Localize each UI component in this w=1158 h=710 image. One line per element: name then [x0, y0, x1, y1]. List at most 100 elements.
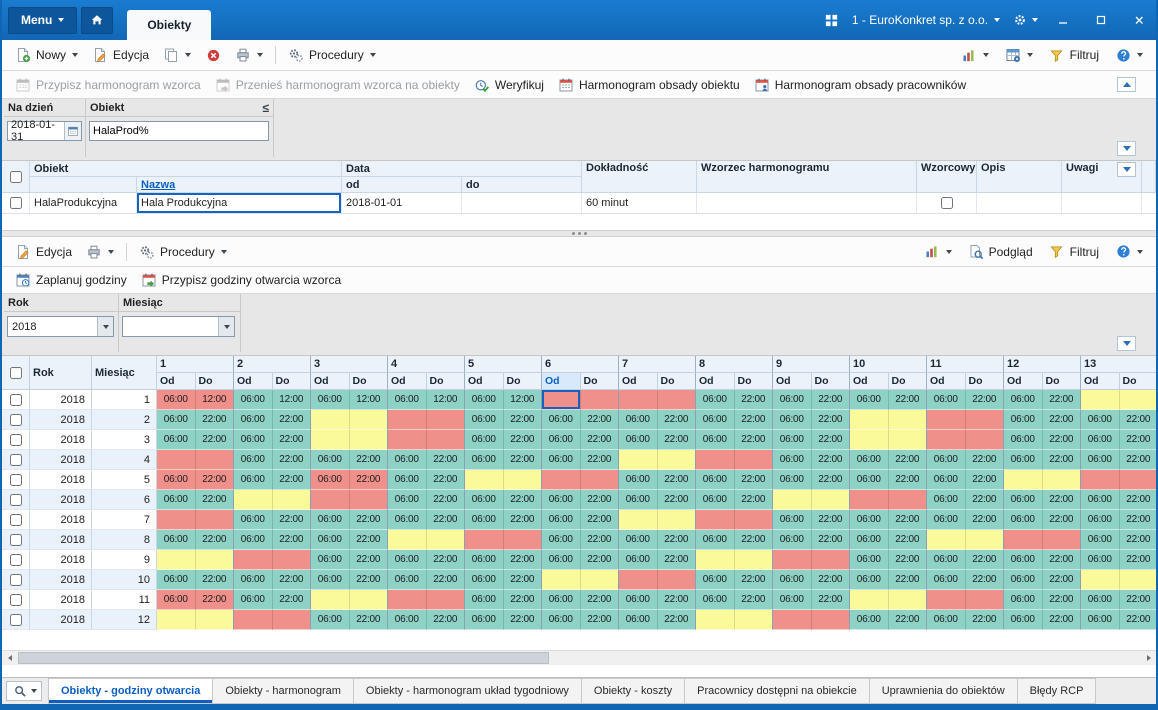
miesiac-cell[interactable]: 2: [92, 410, 157, 430]
day-column-header[interactable]: 9: [773, 356, 850, 373]
hours-do-cell[interactable]: [195, 550, 234, 570]
rok-cell[interactable]: 2018: [30, 570, 92, 590]
hours-od-cell[interactable]: [773, 550, 812, 570]
hours-do-cell[interactable]: 12:00: [272, 390, 311, 410]
hours-do-cell[interactable]: 22:00: [272, 470, 311, 490]
hours-od-cell[interactable]: [388, 410, 427, 430]
hours-do-cell[interactable]: [580, 470, 619, 490]
hours-do-cell[interactable]: 22:00: [965, 450, 1004, 470]
column-subheader-code[interactable]: [30, 177, 137, 193]
hours-od-cell[interactable]: 06:00: [542, 510, 581, 530]
hours-od-cell[interactable]: 06:00: [388, 510, 427, 530]
hours-od-cell[interactable]: [850, 490, 889, 510]
hours-do-cell[interactable]: 12:00: [349, 390, 388, 410]
hours-od-cell[interactable]: [388, 530, 427, 550]
hours-do-cell[interactable]: 22:00: [272, 530, 311, 550]
column-header-miesiac[interactable]: Miesiąc: [92, 356, 157, 390]
hours-do-cell[interactable]: 22:00: [349, 570, 388, 590]
hours-od-cell[interactable]: 06:00: [388, 390, 427, 410]
hours-do-cell[interactable]: 22:00: [426, 490, 465, 510]
hours-od-cell[interactable]: 06:00: [619, 430, 658, 450]
hours-od-cell[interactable]: 06:00: [850, 570, 889, 590]
hours-od-cell[interactable]: 06:00: [542, 410, 581, 430]
assign-template-schedule-button[interactable]: Przypisz harmonogram wzorca: [8, 74, 208, 96]
hours-do-cell[interactable]: 22:00: [426, 550, 465, 570]
hours-od-cell[interactable]: 06:00: [696, 470, 735, 490]
hours-do-cell[interactable]: [1119, 570, 1156, 590]
hours-od-cell[interactable]: 06:00: [1081, 410, 1120, 430]
hours-do-cell[interactable]: [426, 530, 465, 550]
hours-do-cell[interactable]: 22:00: [580, 610, 619, 630]
hours-do-cell[interactable]: 22:00: [811, 590, 850, 610]
hours-od-cell[interactable]: 06:00: [234, 390, 273, 410]
hours-do-cell[interactable]: 22:00: [272, 510, 311, 530]
hours-od-cell[interactable]: [927, 590, 966, 610]
tab-list-button[interactable]: [6, 681, 42, 701]
hours-od-cell[interactable]: 06:00: [234, 530, 273, 550]
miesiac-cell[interactable]: 5: [92, 470, 157, 490]
hours-od-cell[interactable]: [773, 490, 812, 510]
table-expand-button[interactable]: [1117, 162, 1136, 177]
cell-nazwa-selected[interactable]: Hala Produkcyjna: [137, 193, 342, 214]
hours-do-cell[interactable]: 22:00: [580, 590, 619, 610]
hours-od-cell[interactable]: [311, 430, 350, 450]
hours-do-cell[interactable]: 22:00: [195, 570, 234, 590]
hours-od-cell[interactable]: 06:00: [157, 490, 196, 510]
hours-do-cell[interactable]: 22:00: [503, 430, 542, 450]
hours-do-cell[interactable]: 22:00: [195, 590, 234, 610]
hours-do-cell[interactable]: [888, 430, 927, 450]
row-checkbox[interactable]: [9, 197, 22, 209]
day-column-header[interactable]: 1: [157, 356, 234, 373]
hours-do-cell[interactable]: 22:00: [349, 530, 388, 550]
hours-od-cell[interactable]: 06:00: [773, 430, 812, 450]
hours-od-cell[interactable]: 06:00: [696, 390, 735, 410]
hours-do-cell[interactable]: 22:00: [734, 490, 773, 510]
apps-grid-icon[interactable]: [824, 12, 840, 28]
do-column-header[interactable]: Do: [1119, 373, 1156, 390]
collapse-panel-button[interactable]: [1117, 77, 1136, 92]
hours-od-cell[interactable]: 06:00: [542, 450, 581, 470]
hours-do-cell[interactable]: 22:00: [1042, 570, 1081, 590]
od-column-header[interactable]: Od: [850, 373, 889, 390]
row-checkbox[interactable]: [9, 513, 22, 526]
hours-od-cell[interactable]: 06:00: [234, 510, 273, 530]
hours-od-cell[interactable]: 06:00: [850, 530, 889, 550]
column-header-nazwa[interactable]: Nazwa: [137, 177, 342, 193]
hours-do-cell[interactable]: 22:00: [1119, 550, 1156, 570]
hours-od-cell[interactable]: 06:00: [619, 590, 658, 610]
hours-do-cell[interactable]: 22:00: [1042, 550, 1081, 570]
hours-procedures-button[interactable]: Procedury: [132, 241, 234, 263]
hours-do-cell[interactable]: 22:00: [811, 450, 850, 470]
day-column-header[interactable]: 6: [542, 356, 619, 373]
procedures-button[interactable]: Procedury: [281, 44, 383, 66]
do-column-header[interactable]: Do: [965, 373, 1004, 390]
hours-do-cell[interactable]: 22:00: [272, 430, 311, 450]
hours-od-cell[interactable]: [234, 550, 273, 570]
hours-do-cell[interactable]: 22:00: [580, 410, 619, 430]
column-header-obiekt[interactable]: Obiekt: [30, 161, 342, 177]
cell-data-od[interactable]: 2018-01-01: [342, 193, 462, 214]
hours-do-cell[interactable]: [272, 610, 311, 630]
select-arrow-button[interactable]: [218, 317, 234, 336]
hours-do-cell[interactable]: 22:00: [580, 430, 619, 450]
hours-od-cell[interactable]: 06:00: [465, 590, 504, 610]
cell-opis[interactable]: [977, 193, 1062, 214]
hours-do-cell[interactable]: 22:00: [349, 450, 388, 470]
hours-od-cell[interactable]: 06:00: [311, 510, 350, 530]
new-button[interactable]: Nowy: [8, 44, 85, 66]
delete-button[interactable]: [198, 44, 228, 66]
hours-do-cell[interactable]: 22:00: [503, 450, 542, 470]
column-header-wzorzec[interactable]: Wzorzec harmonogramu: [697, 161, 917, 193]
move-template-schedule-button[interactable]: Przenieś harmonogram wzorca na obiekty: [208, 74, 467, 96]
hours-do-cell[interactable]: 22:00: [734, 470, 773, 490]
hours-od-cell[interactable]: 06:00: [465, 570, 504, 590]
hours-od-cell[interactable]: 06:00: [388, 450, 427, 470]
row-checkbox[interactable]: [9, 393, 22, 406]
row-checkbox[interactable]: [9, 473, 22, 486]
print-button[interactable]: [228, 44, 270, 66]
hours-do-cell[interactable]: [734, 610, 773, 630]
verify-button[interactable]: Weryfikuj: [467, 74, 551, 96]
tab-obiekty[interactable]: Obiekty: [127, 10, 212, 40]
hours-od-cell[interactable]: 06:00: [388, 550, 427, 570]
hours-od-cell[interactable]: 06:00: [773, 450, 812, 470]
